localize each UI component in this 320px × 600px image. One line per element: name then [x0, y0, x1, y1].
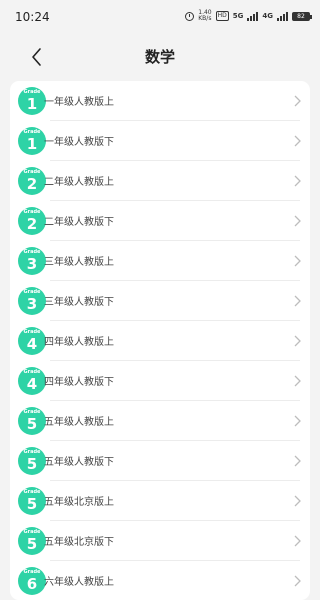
list-item-label: 五年级人教版下: [44, 457, 114, 468]
list-item-label: 一年级人教版上: [44, 97, 114, 108]
status-icons: 1.40 KB/s HD 5G 4G 82: [185, 8, 312, 24]
grade-badge-number: 5: [26, 535, 38, 553]
chevron-right-icon: [294, 215, 301, 227]
grade-badge: Grade 5: [18, 487, 46, 515]
list-item[interactable]: Grade 4 四年级人教版上: [10, 321, 310, 361]
chevron-right-icon: [294, 255, 301, 267]
battery-icon: 82: [292, 11, 312, 21]
grade-badge: Grade 4: [18, 327, 46, 355]
grade-badge-number: 6: [26, 575, 38, 593]
grade-badge: Grade 3: [18, 247, 46, 275]
list-item[interactable]: Grade 5 五年级北京版上: [10, 481, 310, 521]
chevron-right-icon: [294, 495, 301, 507]
chevron-right-icon: [294, 575, 301, 587]
chevron-right-icon: [294, 295, 301, 307]
grade-badge-number: 3: [26, 255, 38, 273]
grade-badge-number: 1: [26, 95, 38, 113]
list-item[interactable]: Grade 5 五年级人教版下: [10, 441, 310, 481]
grade-badge-number: 5: [26, 495, 38, 513]
list-item-label: 六年级人教版上: [44, 577, 114, 588]
list-item[interactable]: Grade 5 五年级北京版下: [10, 521, 310, 561]
list-item-label: 二年级人教版上: [44, 177, 114, 188]
list-item[interactable]: Grade 2 二年级人教版下: [10, 201, 310, 241]
list-item[interactable]: Grade 3 三年级人教版上: [10, 241, 310, 281]
chevron-right-icon: [294, 135, 301, 147]
grade-badge: Grade 5: [18, 407, 46, 435]
network-speed: 1.40 KB/s: [198, 10, 211, 22]
grade-badge-number: 4: [26, 375, 38, 393]
grade-badge: Grade 1: [18, 87, 46, 115]
grade-badge-number: 4: [26, 335, 38, 353]
chevron-right-icon: [294, 95, 301, 107]
signal-icon: [247, 11, 259, 21]
list-item-label: 五年级北京版下: [44, 537, 114, 548]
list-item-label: 二年级人教版下: [44, 217, 114, 228]
chevron-right-icon: [294, 375, 301, 387]
grade-badge-number: 2: [26, 175, 38, 193]
hd-icon: HD: [215, 11, 229, 21]
chevron-right-icon: [294, 415, 301, 427]
alarm-icon: [185, 11, 195, 21]
chevron-right-icon: [294, 455, 301, 467]
grade-badge: Grade 4: [18, 367, 46, 395]
grade-badge-number: 5: [26, 455, 38, 473]
network-speed-unit: KB/s: [198, 15, 212, 22]
network-5g-label: 5G: [232, 12, 244, 20]
list-item[interactable]: Grade 1 一年级人教版上: [10, 81, 310, 121]
grade-badge: Grade 2: [18, 167, 46, 195]
grade-badge: Grade 2: [18, 207, 46, 235]
list-item[interactable]: Grade 1 一年级人教版下: [10, 121, 310, 161]
grade-badge: Grade 5: [18, 447, 46, 475]
list-item-label: 一年级人教版下: [44, 137, 114, 148]
grade-badge: Grade 3: [18, 287, 46, 315]
header: 数学: [0, 34, 320, 82]
list-item-label: 五年级人教版上: [44, 417, 114, 428]
chevron-right-icon: [294, 335, 301, 347]
list-item[interactable]: Grade 4 四年级人教版下: [10, 361, 310, 401]
grade-list: Grade 1 一年级人教版上 Grade 1 一年级人教版下 Grade 2 …: [10, 81, 310, 600]
list-item-label: 三年级人教版下: [44, 297, 114, 308]
list-item[interactable]: Grade 3 三年级人教版下: [10, 281, 310, 321]
list-item-label: 五年级北京版上: [44, 497, 114, 508]
grade-badge: Grade 1: [18, 127, 46, 155]
grade-badge: Grade 5: [18, 527, 46, 555]
grade-badge-number: 2: [26, 215, 38, 233]
grade-badge-number: 5: [26, 415, 38, 433]
list-item[interactable]: Grade 2 二年级人教版上: [10, 161, 310, 201]
list-item-label: 四年级人教版下: [44, 377, 114, 388]
status-time: 10:24: [15, 10, 50, 24]
chevron-right-icon: [294, 535, 301, 547]
list-item[interactable]: Grade 6 六年级人教版上: [10, 561, 310, 600]
grade-badge: Grade 6: [18, 567, 46, 595]
chevron-right-icon: [294, 175, 301, 187]
list-item-label: 四年级人教版上: [44, 337, 114, 348]
list-item-label: 三年级人教版上: [44, 257, 114, 268]
list-item[interactable]: Grade 5 五年级人教版上: [10, 401, 310, 441]
grade-badge-number: 3: [26, 295, 38, 313]
status-bar: 10:24 1.40 KB/s HD 5G 4G 82: [0, 0, 320, 34]
network-4g-label: 4G: [262, 12, 273, 20]
grade-badge-number: 1: [26, 135, 38, 153]
page-title: 数学: [144, 48, 175, 66]
signal-icon: [277, 11, 288, 21]
